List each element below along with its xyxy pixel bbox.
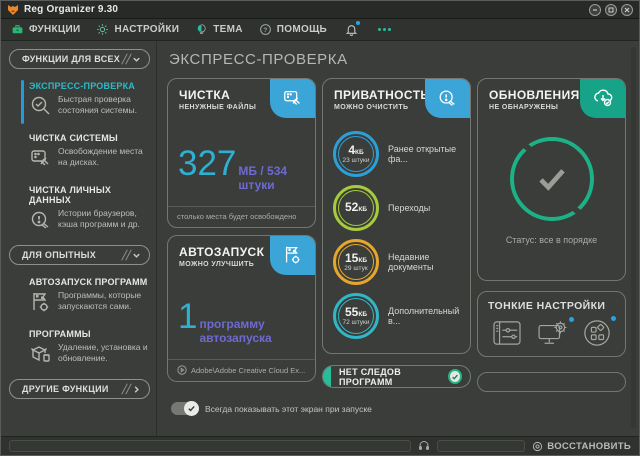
traces-accent [322,365,331,388]
empty-status-pill [477,372,626,392]
notification-dot [611,316,616,321]
sidebar-item-private-data-cleanup[interactable]: ЧИСТКА ЛИЧНЫХ ДАННЫХ Истории браузеров, … [9,183,150,234]
active-indicator [21,80,24,124]
window-controls [589,4,633,16]
notification-dot [569,317,574,322]
minimize-button[interactable] [589,4,601,16]
widgets-icon[interactable] [583,319,611,347]
autorun-value: 1 [178,299,197,334]
cards-grid: ЧИСТКА НЕНУЖНЫЕ ФАЙЛЫ 327 МБ / 534 штуки… [167,78,627,392]
autorun-suffix: программу автозапуска [199,317,305,345]
chevron-down-icon [124,249,141,261]
toggle-check-icon [184,401,199,416]
window-title: Reg Organizer 9.30 [24,4,118,15]
startup-toggle-row: Всегда показывать этот экран при запуске [171,402,627,415]
status-bar: ВОССТАНОВИТЬ [1,436,639,455]
card-autorun[interactable]: АВТОЗАПУСК МОЖНО УЛУЧШИТЬ 1 программу ав… [167,235,316,382]
sidebar-item-programs[interactable]: ПРОГРАММЫ Удаление, установка и обновлен… [9,327,150,368]
close-button[interactable] [621,4,633,16]
tweaks-panel-icon[interactable] [492,320,522,346]
privacy-ring: 4КБ 23 штуки [333,131,379,177]
menu-theme-label: ТЕМА [213,24,243,35]
check-icon [530,157,574,201]
cleanup-value: 327 [178,146,236,181]
privacy-badge-icon [425,78,471,118]
cleanup-suffix: МБ / 534 штуки [238,164,305,192]
flag-gear-icon [29,290,53,314]
privacy-list: 4КБ 23 штуки Ранее открытые фа... [323,111,470,339]
status-panel-left [9,440,411,452]
theme-bulb-icon [195,23,208,36]
menu-help-label: ПОМОЩЬ [277,24,327,35]
app-logo-icon [7,4,19,16]
more-menu-icon[interactable] [378,28,391,31]
svg-text:?: ? [263,27,267,34]
play-circle-icon [177,365,187,375]
notifications-bell[interactable] [345,23,358,36]
cleanup-badge-icon [270,78,316,118]
sidebar-group-other-functions[interactable]: ДРУГИЕ ФУНКЦИИ [9,379,150,399]
updates-badge-icon [580,78,626,118]
sidebar-group-for-experienced[interactable]: ДЛЯ ОПЫТНЫХ [9,245,150,265]
cleanup-footer: столько места будет освобождено [168,206,315,227]
support-headset-icon[interactable] [418,440,430,452]
menu-settings-label: НАСТРОЙКИ [114,24,179,35]
maximize-button[interactable] [605,4,617,16]
magnifier-check-icon [29,94,53,118]
menu-bar: ФУНКЦИИ НАСТРОЙКИ ТЕМА ? ПОМОЩЬ [1,19,639,41]
privacy-ring: 15КБ 29 штук [333,239,379,285]
menu-theme[interactable]: ТЕМА [195,23,243,36]
updates-status-text: Статус: все в порядке [506,235,597,245]
sidebar-item-express-check[interactable]: ЭКСПРЕСС-ПРОВЕРКА Быстрая проверка состо… [9,79,150,120]
privacy-item-recent-files[interactable]: 4КБ 23 штуки Ранее открытые фа... [333,131,462,177]
privacy-ring: 55КБ 72 штуки [333,293,379,339]
notification-dot [356,21,360,25]
card-updates[interactable]: ОБНОВЛЕНИЯ НЕ ОБНАРУЖЕНЫ Статус: все в п… [477,78,626,281]
sidebar-item-system-cleanup[interactable]: ЧИСТКА СИСТЕМЫ Освобождение места на дис… [9,131,150,172]
card-privacy[interactable]: ПРИВАТНОСТЬ МОЖНО ОЧИСТИТЬ 4КБ [322,78,471,354]
page-title: ЭКСПРЕСС-ПРОВЕРКА [169,51,627,68]
show-on-startup-toggle[interactable] [171,402,198,415]
menu-help[interactable]: ? ПОМОЩЬ [259,23,327,36]
privacy-item-additional[interactable]: 55КБ 72 штуки Дополнительный в... [333,293,462,339]
menu-functions[interactable]: ФУНКЦИИ [11,23,80,36]
menu-functions-label: ФУНКЦИИ [29,24,80,35]
content-area: ФУНКЦИИ ДЛЯ ВСЕХ ЭКСПРЕСС-ПРОВЕРКА Быстр… [1,41,639,438]
card-fine-settings[interactable]: ТОНКИЕ НАСТРОЙКИ [477,291,626,357]
system-tweaks-icon[interactable] [537,320,569,346]
no-traces-status[interactable]: НЕТ СЛЕДОВ ПРОГРАММ [322,365,471,388]
chevron-right-icon [124,383,141,395]
autorun-footer: Adobe\Adobe Creative Cloud Ex... [168,359,315,381]
box-uninstall-icon [29,342,53,366]
title-bar: Reg Organizer 9.30 [1,1,639,19]
check-circle-icon [448,369,462,384]
menu-settings[interactable]: НАСТРОЙКИ [96,23,179,36]
privacy-ring: 52КБ [333,185,379,231]
sidebar-item-autorun-programs[interactable]: АВТОЗАПУСК ПРОГРАММ Программы, которые з… [9,275,150,316]
privacy-item-jumps[interactable]: 52КБ Переходы [333,185,462,231]
restore-icon [532,441,543,452]
card-cleanup[interactable]: ЧИСТКА НЕНУЖНЫЕ ФАЙЛЫ 327 МБ / 534 штуки… [167,78,316,228]
restore-button[interactable]: ВОССТАНОВИТЬ [532,441,631,452]
chevron-down-icon [124,53,141,65]
briefcase-icon [11,23,24,36]
main-panel: ЭКСПРЕСС-ПРОВЕРКА ЧИСТКА НЕНУЖНЫЕ ФАЙЛЫ [157,41,639,438]
gear-icon [96,23,109,36]
toggle-label: Всегда показывать этот экран при запуске [205,404,372,414]
status-panel-mid [437,440,525,452]
autorun-badge-icon [270,235,316,275]
privacy-brush-icon [29,208,53,232]
cleanup-brush-icon [29,146,53,170]
vertical-scrollbar[interactable] [631,47,636,428]
updates-ok-ring [510,137,594,221]
help-icon: ? [259,23,272,36]
app-window: Reg Organizer 9.30 ФУНКЦИИ НАСТРОЙКИ ТЕМ… [0,0,640,456]
sidebar-group-functions-for-all[interactable]: ФУНКЦИИ ДЛЯ ВСЕХ [9,49,150,69]
sidebar: ФУНКЦИИ ДЛЯ ВСЕХ ЭКСПРЕСС-ПРОВЕРКА Быстр… [1,41,157,438]
privacy-item-recent-documents[interactable]: 15КБ 29 штук Недавние документы [333,239,462,285]
